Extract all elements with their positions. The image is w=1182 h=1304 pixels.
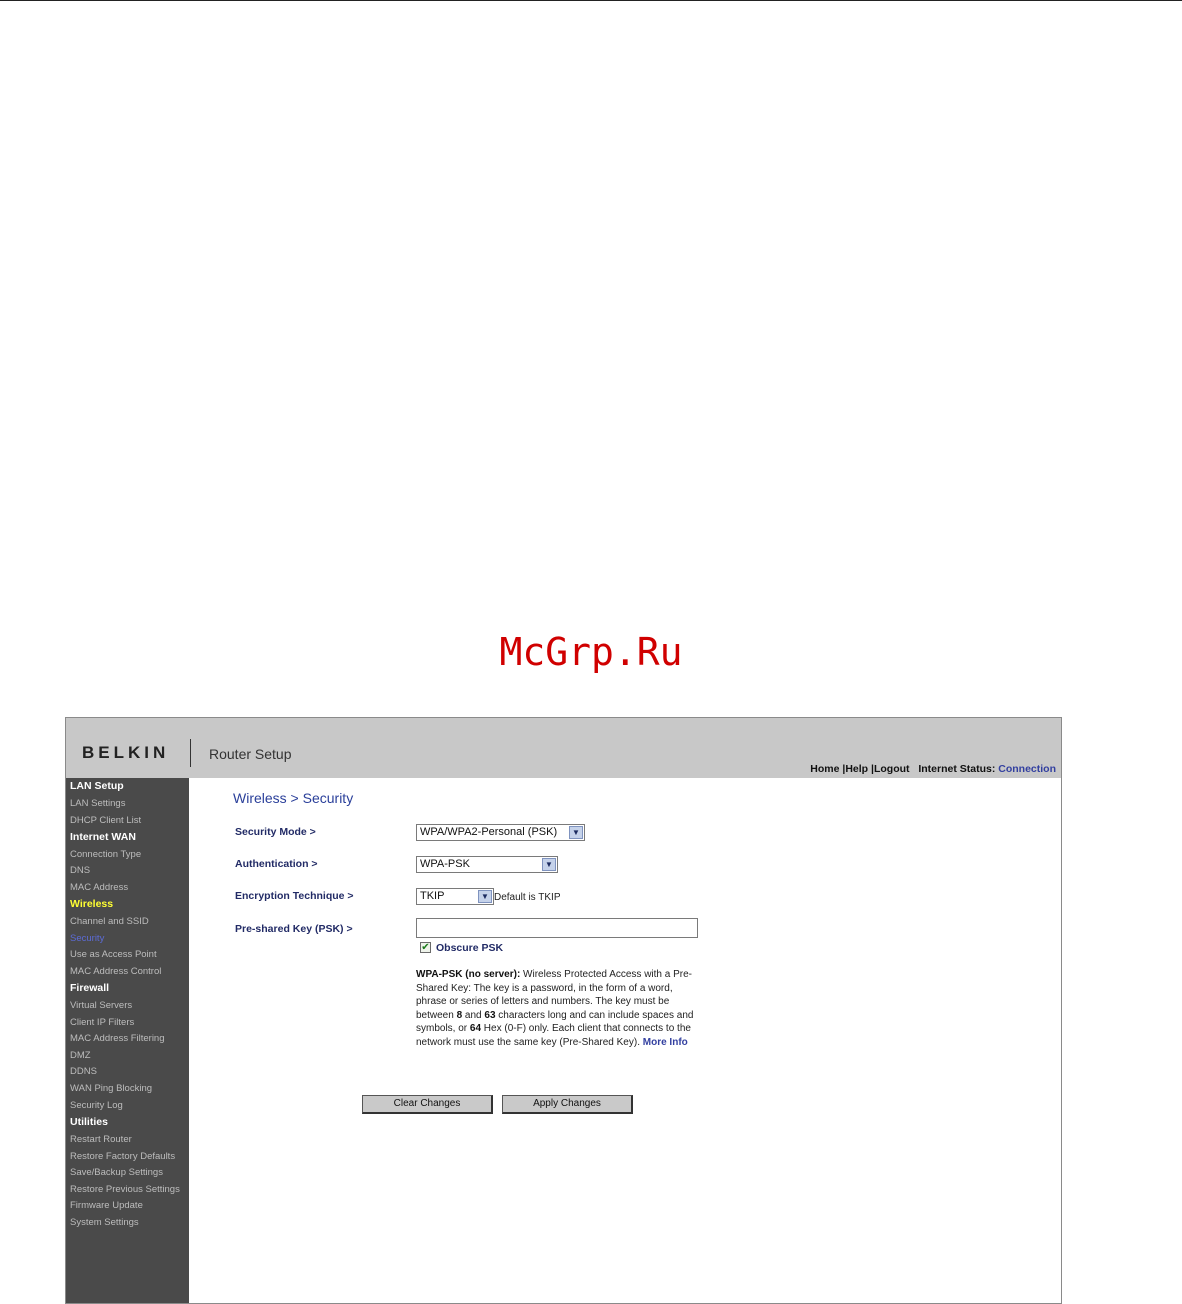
authentication-select[interactable]: WPA-PSK ▼ — [416, 856, 558, 873]
sidebar-item-mac-address[interactable]: MAC Address — [70, 882, 128, 893]
home-link[interactable]: Home — [810, 763, 839, 775]
sidebar-item-mac-address-filtering[interactable]: MAC Address Filtering — [70, 1033, 165, 1044]
logout-link[interactable]: Logout — [874, 763, 910, 775]
page-title: Wireless > Security — [233, 790, 354, 806]
sidebar-item-wan-ping-blocking[interactable]: WAN Ping Blocking — [70, 1083, 152, 1094]
sidebar-item-dns[interactable]: DNS — [70, 865, 90, 876]
sidebar-item-dhcp-client-list[interactable]: DHCP Client List — [70, 815, 141, 826]
chevron-down-icon: ▼ — [542, 858, 556, 871]
sidebar-item-security[interactable]: Security — [70, 933, 104, 944]
sidebar-item-restart-router[interactable]: Restart Router — [70, 1134, 132, 1145]
logo-divider — [190, 739, 191, 767]
page-top-rule — [0, 0, 1182, 1]
sidebar-item-channel-and-ssid[interactable]: Channel and SSID — [70, 916, 149, 927]
encryption-technique-select[interactable]: TKIP ▼ — [416, 888, 494, 905]
sidebar-item-restore-factory-defaults[interactable]: Restore Factory Defaults — [70, 1151, 175, 1162]
wpa-psk-description: WPA-PSK (no server): Wireless Protected … — [416, 968, 696, 1049]
obscure-psk-label: Obscure PSK — [436, 942, 504, 954]
sidebar-heading-wireless[interactable]: Wireless — [70, 898, 113, 910]
sidebar-item-client-ip-filters[interactable]: Client IP Filters — [70, 1017, 134, 1028]
description-lead: WPA-PSK (no server): — [416, 969, 521, 980]
apply-changes-button[interactable]: Apply Changes — [502, 1095, 633, 1114]
description-max-length: 63 — [484, 1009, 496, 1021]
sidebar-nav: LAN Setup LAN Settings DHCP Client List … — [66, 778, 189, 1303]
psk-input[interactable] — [416, 918, 698, 938]
encryption-technique-value: TKIP — [420, 890, 445, 902]
clear-changes-button[interactable]: Clear Changes — [362, 1095, 493, 1114]
sidebar-heading-utilities[interactable]: Utilities — [70, 1116, 108, 1128]
security-mode-select[interactable]: WPA/WPA2-Personal (PSK) ▼ — [416, 824, 585, 841]
description-hex-length: 64 — [469, 1023, 482, 1034]
sidebar-item-ddns[interactable]: DDNS — [70, 1066, 97, 1077]
sidebar-heading-firewall[interactable]: Firewall — [70, 982, 109, 994]
help-link[interactable]: Help — [845, 763, 868, 775]
obscure-psk-checkbox[interactable]: ✔ — [420, 942, 431, 953]
authentication-label: Authentication > — [235, 858, 318, 870]
sidebar-item-system-settings[interactable]: System Settings — [70, 1217, 139, 1228]
top-links: Home |Help |Logout Internet Status: Conn… — [810, 763, 1056, 775]
internet-status-value[interactable]: Connection — [998, 763, 1056, 775]
sidebar-item-mac-address-control[interactable]: MAC Address Control — [70, 966, 161, 977]
sidebar-item-lan-settings[interactable]: LAN Settings — [70, 798, 125, 809]
sidebar-item-dmz[interactable]: DMZ — [70, 1050, 91, 1061]
psk-label: Pre-shared Key (PSK) > — [235, 923, 353, 935]
more-info-link[interactable]: More Info — [643, 1037, 688, 1048]
sidebar-item-save-backup-settings[interactable]: Save/Backup Settings — [70, 1167, 163, 1178]
sidebar-heading-internet-wan[interactable]: Internet WAN — [70, 831, 136, 843]
router-ui-window: BELKIN Router Setup Home |Help |Logout I… — [65, 717, 1062, 1304]
sidebar-item-restore-previous-settings[interactable]: Restore Previous Settings — [70, 1184, 180, 1195]
sidebar-heading-lan-setup[interactable]: LAN Setup — [70, 780, 124, 792]
encryption-default-hint: Default is TKIP — [494, 892, 561, 903]
chevron-down-icon: ▼ — [569, 826, 583, 839]
sidebar-item-use-as-access-point[interactable]: Use as Access Point — [70, 949, 157, 960]
security-mode-value: WPA/WPA2-Personal (PSK) — [420, 826, 558, 838]
security-mode-label: Security Mode > — [235, 826, 316, 838]
sidebar-item-firmware-update[interactable]: Firmware Update — [70, 1200, 143, 1211]
chevron-down-icon: ▼ — [478, 890, 492, 903]
sidebar-item-virtual-servers[interactable]: Virtual Servers — [70, 1000, 132, 1011]
brand-logo: BELKIN — [82, 743, 170, 762]
header-bar: BELKIN Router Setup Home |Help |Logout I… — [66, 718, 1061, 778]
sidebar-item-connection-type[interactable]: Connection Type — [70, 849, 141, 860]
watermark-text: McGrp.Ru — [499, 630, 683, 674]
app-title: Router Setup — [209, 746, 292, 762]
internet-status-label: Internet Status: — [918, 763, 996, 775]
sidebar-item-security-log[interactable]: Security Log — [70, 1100, 123, 1111]
authentication-value: WPA-PSK — [420, 858, 470, 870]
description-text-2: and — [462, 1009, 485, 1021]
encryption-technique-label: Encryption Technique > — [235, 890, 354, 902]
